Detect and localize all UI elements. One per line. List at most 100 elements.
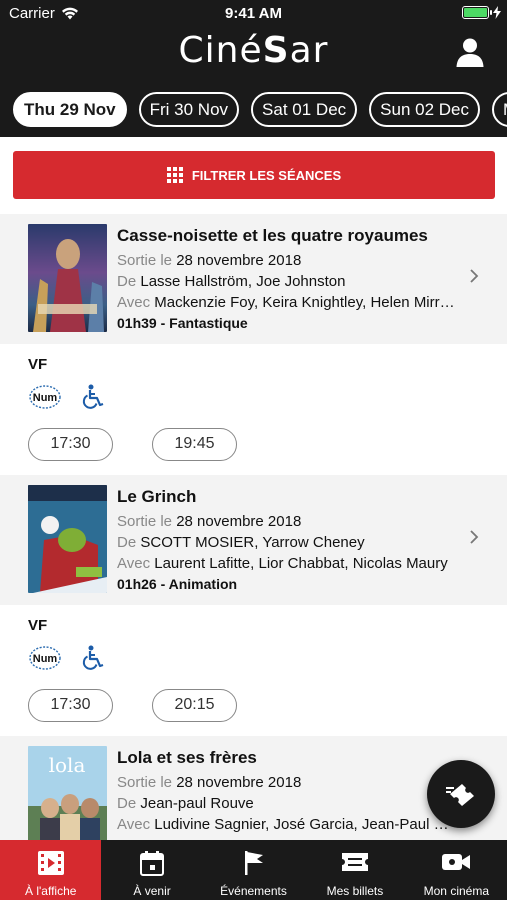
movie-poster bbox=[28, 485, 107, 593]
wheelchair-icon bbox=[82, 384, 104, 409]
date-pill[interactable]: Sun 02 Dec bbox=[369, 92, 480, 127]
release-date: 28 novembre 2018 bbox=[176, 252, 302, 269]
movie-poster bbox=[28, 224, 107, 332]
release-label: Sortie le bbox=[117, 513, 173, 530]
filter-label: FILTRER LES SÉANCES bbox=[191, 167, 342, 183]
logo-suffix: ar bbox=[289, 30, 329, 71]
cast: Mackenzie Foy, Keira Knightley, Helen Mi… bbox=[154, 294, 455, 311]
tab-now-showing[interactable]: À l'affiche bbox=[0, 840, 102, 900]
sessions-block: VF Num 17:30 20:15 bbox=[0, 605, 507, 736]
directors: SCOTT MOSIER, Yarrow Cheney bbox=[140, 534, 365, 551]
date-pill[interactable]: Thu 29 Nov bbox=[13, 92, 127, 127]
showtimes: 17:30 19:45 bbox=[28, 428, 237, 461]
cast-row: Avec Laurent Lafitte, Lior Chabbat, Nico… bbox=[117, 553, 455, 574]
movie-title: Casse-noisette et les quatre royaumes bbox=[117, 226, 428, 245]
tab-label: Mon cinéma bbox=[423, 884, 490, 898]
tab-events[interactable]: Événements bbox=[203, 840, 304, 900]
movie-card[interactable]: Casse-noisette et les quatre royaumes So… bbox=[0, 214, 507, 344]
logo-prefix: Ciné bbox=[178, 30, 263, 71]
app-screen: Carrier 9:41 AM CinéSar Thu 29 Nov Fri 3… bbox=[0, 0, 507, 900]
directors: Jean-paul Rouve bbox=[140, 795, 254, 812]
digital-projection-icon: Num bbox=[29, 385, 61, 409]
movie-title: Lola et ses frères bbox=[117, 748, 257, 767]
showtimes: 17:30 20:15 bbox=[28, 689, 237, 722]
release-row: Sortie le 28 novembre 2018 bbox=[117, 250, 455, 271]
director-row: De Jean-paul Rouve bbox=[117, 793, 455, 814]
ticket-icon bbox=[446, 784, 474, 806]
director-label: De bbox=[117, 534, 137, 551]
tab-label: Mes billets bbox=[326, 884, 384, 898]
director-row: De Lasse Hallström, Joe Johnston bbox=[117, 271, 455, 292]
logo-s: S bbox=[262, 30, 290, 71]
movie-meta: 01h39 - Fantastique bbox=[117, 315, 248, 331]
battery-icon bbox=[462, 6, 492, 19]
cast-label: Avec bbox=[117, 294, 151, 311]
director-row: De SCOTT MOSIER, Yarrow Cheney bbox=[117, 532, 455, 553]
movie-info: Casse-noisette et les quatre royaumes So… bbox=[117, 225, 455, 334]
cast-label: Avec bbox=[117, 555, 151, 572]
digital-projection-icon: Num bbox=[29, 646, 61, 670]
camera-icon bbox=[442, 854, 471, 870]
status-bar: Carrier 9:41 AM bbox=[0, 0, 507, 28]
director-label: De bbox=[117, 795, 137, 812]
filter-sessions-button[interactable]: FILTRER LES SÉANCES bbox=[13, 151, 495, 199]
cast-label: Avec bbox=[117, 816, 151, 833]
tab-label: Événements bbox=[220, 884, 287, 898]
date-pill[interactable]: Mon 03 Dec bbox=[492, 92, 507, 127]
num-badge-label: Num bbox=[33, 392, 58, 404]
version-label: VF bbox=[28, 356, 48, 373]
date-pill[interactable]: Sat 01 Dec bbox=[251, 92, 358, 127]
tab-coming-soon[interactable]: À venir bbox=[101, 840, 202, 900]
status-time: 9:41 AM bbox=[225, 5, 282, 22]
movie-title: Le Grinch bbox=[117, 487, 197, 506]
top-bar: Carrier 9:41 AM CinéSar Thu 29 Nov Fri 3… bbox=[0, 0, 507, 137]
version-label: VF bbox=[28, 617, 48, 634]
calendar-icon bbox=[140, 851, 165, 876]
cast: Laurent Lafitte, Lior Chabbat, Nicolas M… bbox=[154, 555, 448, 572]
directors: Lasse Hallström, Joe Johnston bbox=[140, 273, 346, 290]
cast-row: Avec Mackenzie Foy, Keira Knightley, Hel… bbox=[117, 292, 455, 313]
quick-booking-button[interactable] bbox=[427, 760, 495, 828]
tab-bar: À l'affiche À venir Événements Mes bille… bbox=[0, 840, 507, 900]
movie-card[interactable]: Le Grinch Sortie le 28 novembre 2018 De … bbox=[0, 475, 507, 605]
features: Num bbox=[28, 384, 106, 410]
director-label: De bbox=[117, 273, 137, 290]
account-icon[interactable] bbox=[455, 37, 485, 67]
app-logo: CinéSar bbox=[0, 30, 507, 71]
tab-my-cinema[interactable]: Mon cinéma bbox=[406, 840, 507, 900]
release-label: Sortie le bbox=[117, 252, 173, 269]
tab-my-tickets[interactable]: Mes billets bbox=[304, 840, 405, 900]
film-icon bbox=[37, 851, 64, 875]
release-label: Sortie le bbox=[117, 774, 173, 791]
date-pill[interactable]: Fri 30 Nov bbox=[138, 92, 240, 127]
release-date: 28 novembre 2018 bbox=[176, 513, 302, 530]
showtime-button[interactable]: 17:30 bbox=[28, 689, 113, 722]
grid-icon bbox=[166, 167, 183, 183]
release-row: Sortie le 28 novembre 2018 bbox=[117, 772, 455, 793]
movie-poster: lola bbox=[28, 746, 107, 840]
tab-label: À l'affiche bbox=[24, 884, 77, 898]
cast: Ludivine Sagnier, José Garcia, Jean-Paul… bbox=[154, 816, 455, 833]
date-selector: Thu 29 Nov Fri 30 Nov Sat 01 Dec Sun 02 … bbox=[13, 92, 507, 127]
num-badge-label: Num bbox=[33, 653, 58, 665]
features: Num bbox=[28, 645, 106, 671]
showtime-button[interactable]: 19:45 bbox=[152, 428, 237, 461]
ticket-icon bbox=[341, 853, 368, 871]
sessions-block: VF Num 17:30 19:45 bbox=[0, 344, 507, 475]
flag-icon bbox=[244, 851, 263, 875]
movie-meta: 01h26 - Animation bbox=[117, 576, 238, 592]
movie-info: Le Grinch Sortie le 28 novembre 2018 De … bbox=[117, 486, 455, 595]
chevron-right-icon bbox=[470, 530, 479, 544]
tab-label: À venir bbox=[133, 884, 171, 898]
showtime-button[interactable]: 20:15 bbox=[152, 689, 237, 722]
movie-list[interactable]: Casse-noisette et les quatre royaumes So… bbox=[0, 214, 507, 840]
svg-text:lola: lola bbox=[49, 753, 86, 777]
movie-info: Lola et ses frères Sortie le 28 novembre… bbox=[117, 747, 455, 835]
cast-row: Avec Ludivine Sagnier, José Garcia, Jean… bbox=[117, 814, 455, 835]
showtime-button[interactable]: 17:30 bbox=[28, 428, 113, 461]
release-row: Sortie le 28 novembre 2018 bbox=[117, 511, 455, 532]
wheelchair-icon bbox=[82, 645, 104, 670]
release-date: 28 novembre 2018 bbox=[176, 774, 302, 791]
chevron-right-icon bbox=[470, 269, 479, 283]
battery-indicator bbox=[462, 6, 501, 19]
